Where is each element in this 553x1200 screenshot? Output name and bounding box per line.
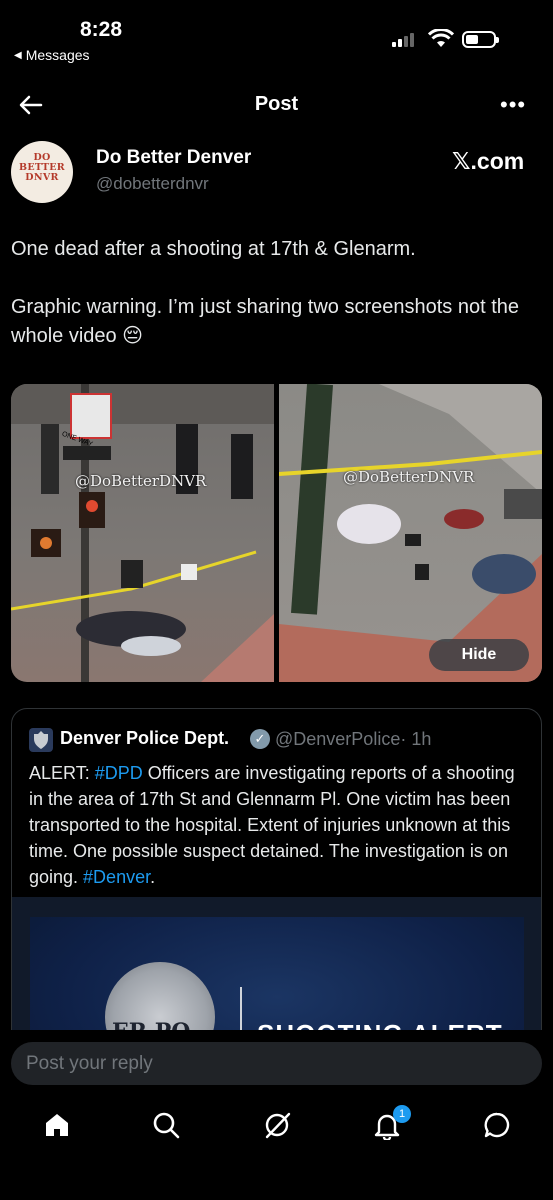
scene-illustration (11, 384, 274, 682)
avatar-logo: DO BETTER DNVR (18, 152, 65, 183)
cellular-signal-icon (392, 33, 414, 47)
wifi-icon (428, 29, 454, 47)
police-badge-icon (34, 731, 48, 749)
quoted-author-meta: @DenverPolice· 1h (275, 729, 431, 750)
quoted-avatar[interactable] (29, 728, 53, 752)
battery-icon (462, 31, 499, 48)
quoted-text: ALERT: #DPD Officers are investigating r… (29, 763, 515, 887)
author-handle[interactable]: @dobetterdnvr (96, 174, 209, 194)
quoted-post[interactable]: Denver Police Dept. ✓ @DenverPolice· 1h … (11, 708, 542, 1068)
notifications-count-badge: 1 (393, 1105, 411, 1123)
quoted-timestamp: · 1h (400, 729, 432, 749)
scene-illustration (279, 384, 542, 682)
more-options-icon[interactable]: ••• (500, 92, 526, 118)
post-text: One dead after a shooting at 17th & Glen… (11, 235, 541, 351)
back-triangle-icon: ◀ (14, 49, 22, 61)
hide-media-button[interactable]: Hide (429, 639, 529, 671)
post-media[interactable]: @DoBetterDNVR ONE WAY @DoBetterDNVR Hide (11, 384, 542, 682)
x-com-logo: 𝕏.com (452, 148, 525, 174)
status-time: 8:28 (80, 18, 123, 41)
watermark: @DoBetterDNVR (75, 472, 207, 490)
quoted-author-handle[interactable]: @DenverPolice (275, 729, 400, 749)
reply-input[interactable]: Post your reply (11, 1042, 542, 1085)
grok-icon[interactable] (262, 1110, 292, 1140)
author-display-name[interactable]: Do Better Denver (96, 147, 251, 169)
verified-badge-icon: ✓ (250, 729, 270, 749)
page-title: Post (254, 93, 299, 115)
watermark: @DoBetterDNVR (343, 468, 475, 486)
media-image-right[interactable]: @DoBetterDNVR (279, 384, 542, 682)
post-paragraph: Graphic warning. I’m just sharing two sc… (11, 296, 520, 347)
messages-icon[interactable] (482, 1110, 512, 1140)
media-image-left[interactable]: @DoBetterDNVR ONE WAY (11, 384, 274, 682)
avatar[interactable]: DO BETTER DNVR (11, 141, 73, 203)
home-icon[interactable] (42, 1110, 72, 1140)
quoted-author-name[interactable]: Denver Police Dept. (60, 728, 229, 749)
back-app-label: Messages (25, 47, 90, 63)
back-to-messages[interactable]: ◀ Messages (14, 47, 90, 63)
search-icon[interactable] (151, 1110, 181, 1140)
post-paragraph: One dead after a shooting at 17th & Glen… (11, 238, 416, 260)
hashtag-link[interactable]: #DPD (95, 763, 143, 783)
hashtag-link[interactable]: #Denver (83, 867, 150, 887)
